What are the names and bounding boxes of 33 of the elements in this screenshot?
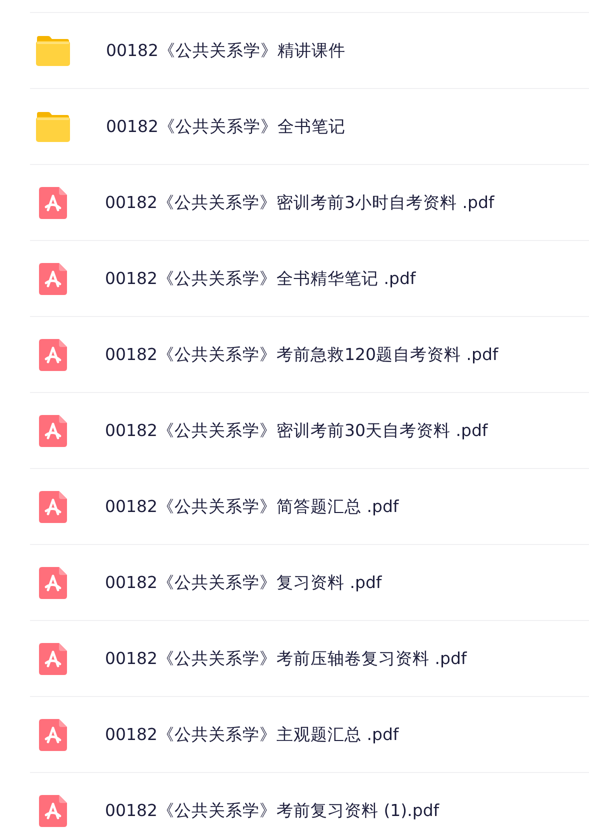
file-row[interactable]: 00182《公共关系学》精讲课件 [30, 12, 589, 88]
pdf-file-icon [39, 566, 67, 598]
file-name: 00182《公共关系学》全书笔记 [106, 116, 346, 138]
file-name: 00182《公共关系学》复习资料 .pdf [105, 572, 382, 594]
pdf-file-icon [39, 338, 67, 370]
file-row[interactable]: 00182《公共关系学》考前复习资料 (1).pdf [30, 772, 589, 834]
file-name: 00182《公共关系学》考前复习资料 (1).pdf [105, 800, 440, 822]
pdf-file-icon [39, 718, 67, 750]
pdf-file-icon [39, 490, 67, 522]
file-row[interactable]: 00182《公共关系学》全书笔记 [30, 88, 589, 164]
file-row[interactable]: 00182《公共关系学》全书精华笔记 .pdf [30, 240, 589, 316]
folder-icon [35, 110, 71, 142]
file-name: 00182《公共关系学》考前压轴卷复习资料 .pdf [105, 648, 467, 670]
pdf-file-icon [39, 414, 67, 446]
file-name: 00182《公共关系学》主观题汇总 .pdf [105, 724, 399, 746]
file-name: 00182《公共关系学》简答题汇总 .pdf [105, 496, 399, 518]
file-name: 00182《公共关系学》精讲课件 [106, 40, 346, 62]
file-row[interactable]: 00182《公共关系学》考前压轴卷复习资料 .pdf [30, 620, 589, 696]
file-name: 00182《公共关系学》密训考前3小时自考资料 .pdf [105, 192, 494, 214]
pdf-file-icon [39, 642, 67, 674]
file-row[interactable]: 00182《公共关系学》考前急救120题自考资料 .pdf [30, 316, 589, 392]
file-row[interactable]: 00182《公共关系学》复习资料 .pdf [30, 544, 589, 620]
folder-icon [35, 34, 71, 66]
file-name: 00182《公共关系学》考前急救120题自考资料 .pdf [105, 344, 498, 366]
pdf-file-icon [39, 186, 67, 218]
file-row[interactable]: 00182《公共关系学》密训考前3小时自考资料 .pdf [30, 164, 589, 240]
pdf-file-icon [39, 794, 67, 826]
pdf-file-icon [39, 262, 67, 294]
file-row[interactable]: 00182《公共关系学》简答题汇总 .pdf [30, 468, 589, 544]
file-row[interactable]: 00182《公共关系学》密训考前30天自考资料 .pdf [30, 392, 589, 468]
file-name: 00182《公共关系学》密训考前30天自考资料 .pdf [105, 420, 488, 442]
file-name: 00182《公共关系学》全书精华笔记 .pdf [105, 268, 416, 290]
file-row[interactable]: 00182《公共关系学》主观题汇总 .pdf [30, 696, 589, 772]
